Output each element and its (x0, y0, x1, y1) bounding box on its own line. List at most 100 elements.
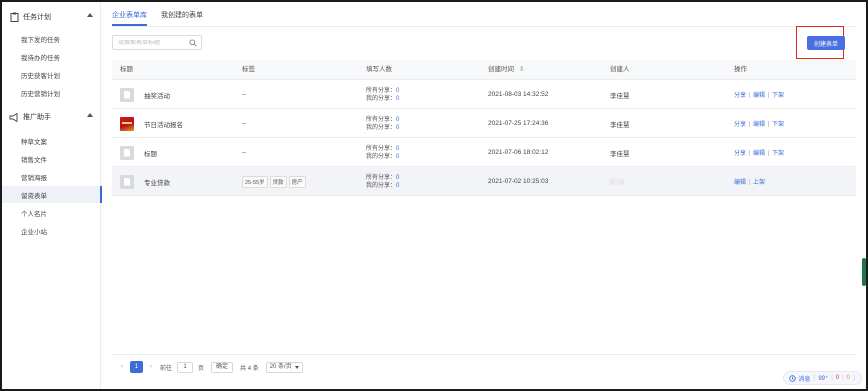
paren-close: ) (853, 375, 855, 381)
all-share-count: 0 (396, 145, 400, 152)
actions-cell: 分享 编辑 下架 (734, 109, 784, 138)
my-share-count: 0 (396, 153, 400, 160)
create-form-button[interactable]: 创建表单 (807, 36, 845, 50)
table-row: 专业贷款 25-55岁 贷款 房产 所有分享：0 我的分享：0 2021-07-… (112, 167, 856, 196)
divider (749, 91, 751, 98)
unpublish-link[interactable]: 下架 (772, 90, 784, 99)
fill-count-cell: 所有分享：0 我的分享：0 (366, 138, 399, 167)
column-header-created-time[interactable]: 创建时间 ⇕ (488, 60, 524, 80)
chevron-down-icon (294, 365, 299, 369)
table-row: 标题 -- 所有分享：0 我的分享：0 2021-07-06 18:02:12 … (112, 138, 856, 167)
forms-table: 标题 标签 填写人数 创建时间 ⇕ 创建人 操作 抽奖活动 -- 所有分享：0 … (112, 60, 856, 196)
page-number-current[interactable]: 1 (130, 361, 143, 373)
divider (768, 149, 770, 156)
created-time: 2021-07-02 10:25:03 (488, 178, 549, 185)
sidebar-item-company-site[interactable]: 企业小站 (2, 222, 101, 239)
form-title[interactable]: 专业贷款 (144, 177, 170, 187)
edit-link[interactable]: 编辑 (753, 119, 765, 128)
creator: 李佳慧 (610, 150, 630, 158)
fill-count-cell: 所有分享：0 我的分享：0 (366, 80, 399, 109)
creator-redacted (610, 167, 624, 196)
table-row: 节日活动报名 -- 所有分享：0 我的分享：0 2021-07-25 17:24… (112, 109, 856, 138)
clipboard-icon (9, 12, 19, 22)
all-share-label: 所有分享： (366, 87, 397, 94)
sidebar-group-task-plan[interactable]: 任务计划 (2, 6, 101, 28)
title-cell: 抽奖活动 (120, 80, 170, 109)
my-share-count: 0 (396, 182, 400, 189)
share-link[interactable]: 分享 (734, 119, 746, 128)
unpublish-link[interactable]: 下架 (772, 148, 784, 157)
sidebar-item-lead-forms[interactable]: 留资表单 (2, 186, 102, 203)
create-button-highlight: 创建表单 (796, 26, 845, 59)
edit-link[interactable]: 编辑 (753, 90, 765, 99)
page-size-value: 20 条/页 (269, 363, 292, 370)
my-share-label: 我的分享： (366, 95, 397, 102)
sidebar-group-promo-assistant[interactable]: 推广助手 (2, 106, 101, 128)
tag-cell: -- (242, 91, 247, 98)
sidebar-group-label: 推广助手 (23, 114, 51, 121)
goto-confirm-button[interactable]: 确定 (211, 361, 234, 373)
sidebar-item-history-marketing[interactable]: 历史营销计划 (2, 84, 101, 101)
form-title[interactable]: 节日活动报名 (144, 119, 183, 129)
message-count-orange: 0 (846, 375, 850, 381)
chevron-up-icon (87, 113, 93, 117)
all-share-count: 0 (396, 174, 400, 181)
poster-thumbnail (120, 116, 134, 131)
sidebar-item-my-todo-tasks[interactable]: 我待办的任务 (2, 48, 101, 65)
column-header-title: 标题 (120, 66, 133, 73)
next-page-button[interactable]: › (145, 364, 157, 370)
search-input[interactable] (118, 39, 190, 46)
divider (749, 149, 751, 156)
form-title[interactable]: 标题 (144, 148, 157, 158)
created-time: 2021-07-25 17:24:36 (488, 120, 549, 127)
prev-page-button[interactable]: ‹ (116, 364, 128, 370)
title-cell: 节日活动报名 (120, 109, 183, 138)
goto-page-input[interactable]: 1 (177, 361, 194, 373)
share-link[interactable]: 分享 (734, 148, 746, 157)
main-content: 企业表单库 我创建的表单 创建表单 标题 标签 填写人数 创建时间 ⇕ 创建人 … (102, 2, 866, 389)
page-size-select[interactable]: 20 条/页 (265, 361, 303, 373)
publish-link[interactable]: 上架 (753, 177, 765, 186)
actions-cell: 编辑 上架 (734, 167, 765, 196)
divider (749, 120, 751, 127)
tab-enterprise-forms[interactable]: 企业表单库 (112, 10, 147, 26)
sidebar-item-seeding-copy[interactable]: 种草文案 (2, 132, 101, 149)
my-share-count: 0 (396, 124, 400, 131)
sidebar-item-marketing-posters[interactable]: 营销海报 (2, 168, 101, 185)
sidebar-item-history-acquisition[interactable]: 历史获客计划 (2, 66, 101, 83)
actions-cell: 分享 编辑 下架 (734, 80, 784, 109)
total-count: 共 4 条 (240, 365, 259, 372)
document-icon (120, 145, 134, 160)
message-count-blue: 99⁺ (818, 375, 829, 382)
creator: 李佳慧 (610, 121, 630, 129)
table-header: 标题 标签 填写人数 创建时间 ⇕ 创建人 操作 (112, 60, 856, 80)
all-share-count: 0 (396, 116, 400, 123)
form-title[interactable]: 抽奖活动 (144, 90, 170, 100)
sort-icon: ⇕ (518, 66, 525, 73)
page-unit-label: 页 (198, 365, 205, 372)
search-box (112, 35, 202, 50)
my-share-label: 我的分享： (366, 124, 397, 131)
tab-my-forms[interactable]: 我创建的表单 (161, 10, 203, 26)
share-link[interactable]: 分享 (734, 90, 746, 99)
edit-link[interactable]: 编辑 (753, 148, 765, 157)
search-icon[interactable] (189, 39, 197, 47)
message-label: 消息 (798, 376, 811, 383)
tag-cell: -- (242, 120, 247, 127)
sidebar-item-business-card[interactable]: 个人名片 (2, 204, 101, 221)
sidebar-item-my-issued-tasks[interactable]: 我下发的任务 (2, 30, 101, 47)
tag-badge: 房产 (288, 175, 306, 188)
all-share-label: 所有分享： (366, 116, 397, 123)
unpublish-link[interactable]: 下架 (772, 119, 784, 128)
my-share-label: 我的分享： (366, 182, 397, 189)
all-share-label: 所有分享： (366, 174, 397, 181)
divider (749, 178, 751, 185)
edit-link[interactable]: 编辑 (734, 177, 746, 186)
column-header-fill-count: 填写人数 (366, 66, 392, 73)
message-widget[interactable]: 消息 ( 99⁺ | 0 | 0 ) (783, 371, 862, 385)
fill-count-cell: 所有分享：0 我的分享：0 (366, 109, 399, 138)
scrollbar-thumb[interactable] (862, 258, 866, 286)
document-icon (120, 87, 134, 102)
sidebar-item-sales-files[interactable]: 销售文件 (2, 150, 101, 167)
column-header-tags: 标签 (242, 66, 255, 73)
